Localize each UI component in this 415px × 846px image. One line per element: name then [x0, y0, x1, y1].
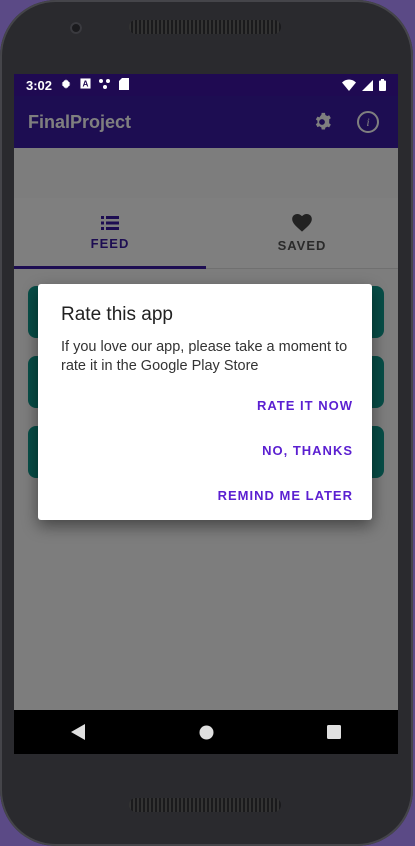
- system-nav-bar: [14, 710, 398, 754]
- home-button[interactable]: [186, 712, 226, 752]
- signal-icon: [362, 79, 373, 91]
- dialog-title: Rate this app: [61, 304, 173, 325]
- settings-status-icon: [60, 78, 72, 93]
- svg-text:A: A: [83, 80, 89, 89]
- a-box-status-icon: A: [80, 78, 91, 92]
- device-screen: 3:02 A FinalProject: [14, 74, 398, 754]
- top-speaker: [129, 20, 281, 34]
- no-thanks-button[interactable]: NO, THANKS: [262, 443, 353, 458]
- back-triangle-icon: [71, 724, 85, 740]
- back-button[interactable]: [58, 712, 98, 752]
- recents-button[interactable]: [314, 712, 354, 752]
- status-time: 3:02: [26, 77, 53, 93]
- battery-icon: [379, 79, 386, 91]
- device-frame: 3:02 A FinalProject: [0, 0, 413, 846]
- status-right-icons: [342, 79, 386, 91]
- rate-now-button[interactable]: RATE IT NOW: [257, 398, 353, 413]
- home-circle-icon: [199, 725, 213, 739]
- rate-app-dialog: Rate this app If you love our app, pleas…: [38, 284, 372, 520]
- status-bar: 3:02 A: [14, 74, 398, 96]
- dialog-message: If you love our app, please take a momen…: [61, 339, 348, 374]
- sd-card-status-icon: [119, 77, 130, 93]
- network-dots-status-icon: [99, 78, 111, 93]
- wifi-icon: [342, 79, 356, 91]
- bottom-speaker: [129, 798, 281, 812]
- recents-square-icon: [327, 725, 341, 739]
- front-camera: [70, 22, 82, 34]
- remind-later-button[interactable]: REMIND ME LATER: [218, 488, 353, 503]
